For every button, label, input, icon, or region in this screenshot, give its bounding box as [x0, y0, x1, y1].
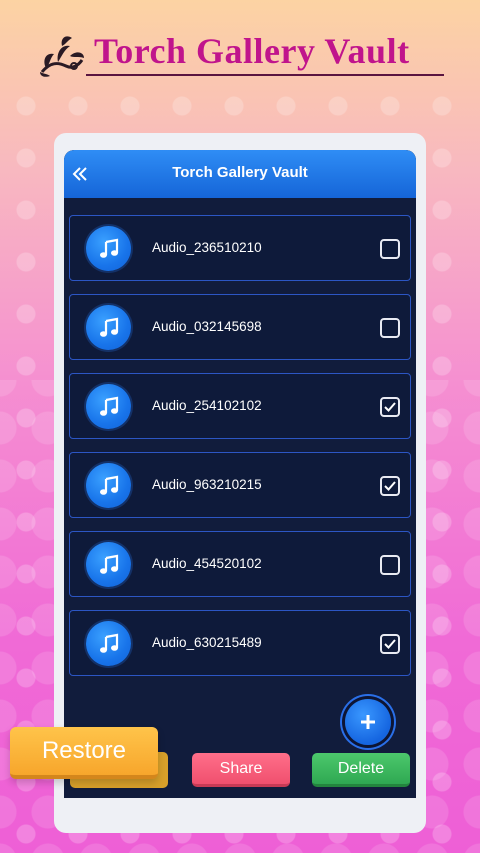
- select-checkbox[interactable]: [380, 318, 400, 338]
- file-list-item[interactable]: Audio_032145698: [69, 294, 411, 360]
- music-note-icon: [86, 542, 131, 587]
- file-name: Audio_454520102: [152, 556, 262, 571]
- music-note-icon: [86, 226, 131, 271]
- checkmark-icon: [384, 481, 396, 491]
- select-checkbox[interactable]: [380, 397, 400, 417]
- file-name: Audio_236510210: [152, 240, 262, 255]
- delete-button[interactable]: Delete: [312, 753, 410, 787]
- checkmark-icon: [384, 639, 396, 649]
- floral-ornament-icon: [40, 36, 84, 77]
- file-name: Audio_254102102: [152, 398, 262, 413]
- file-list-item[interactable]: Audio_454520102: [69, 531, 411, 597]
- select-checkbox[interactable]: [380, 634, 400, 654]
- plus-icon: [361, 715, 375, 729]
- promo-title: Torch Gallery Vault: [94, 31, 410, 71]
- music-note-icon: [86, 621, 131, 666]
- music-note-icon: [86, 463, 131, 508]
- promo-header: Torch Gallery Vault: [36, 28, 448, 80]
- file-list-item[interactable]: Audio_630215489: [69, 610, 411, 676]
- add-fab-button[interactable]: [345, 699, 391, 745]
- music-note-icon: [86, 384, 131, 429]
- file-name: Audio_963210215: [152, 477, 262, 492]
- file-list-item[interactable]: Audio_236510210: [69, 215, 411, 281]
- checkmark-icon: [384, 402, 396, 412]
- file-name: Audio_630215489: [152, 635, 262, 650]
- music-note-icon: [86, 305, 131, 350]
- app-bar-title: Torch Gallery Vault: [172, 164, 308, 181]
- restore-button[interactable]: Restore: [10, 727, 158, 779]
- title-underline: [86, 74, 444, 76]
- file-list-item[interactable]: Audio_963210215: [69, 452, 411, 518]
- share-button[interactable]: Share: [192, 753, 290, 787]
- select-checkbox[interactable]: [380, 239, 400, 259]
- file-name: Audio_032145698: [152, 319, 262, 334]
- file-list-item[interactable]: Audio_254102102: [69, 373, 411, 439]
- select-checkbox[interactable]: [380, 476, 400, 496]
- select-checkbox[interactable]: [380, 555, 400, 575]
- app-bar: Torch Gallery Vault: [64, 150, 416, 198]
